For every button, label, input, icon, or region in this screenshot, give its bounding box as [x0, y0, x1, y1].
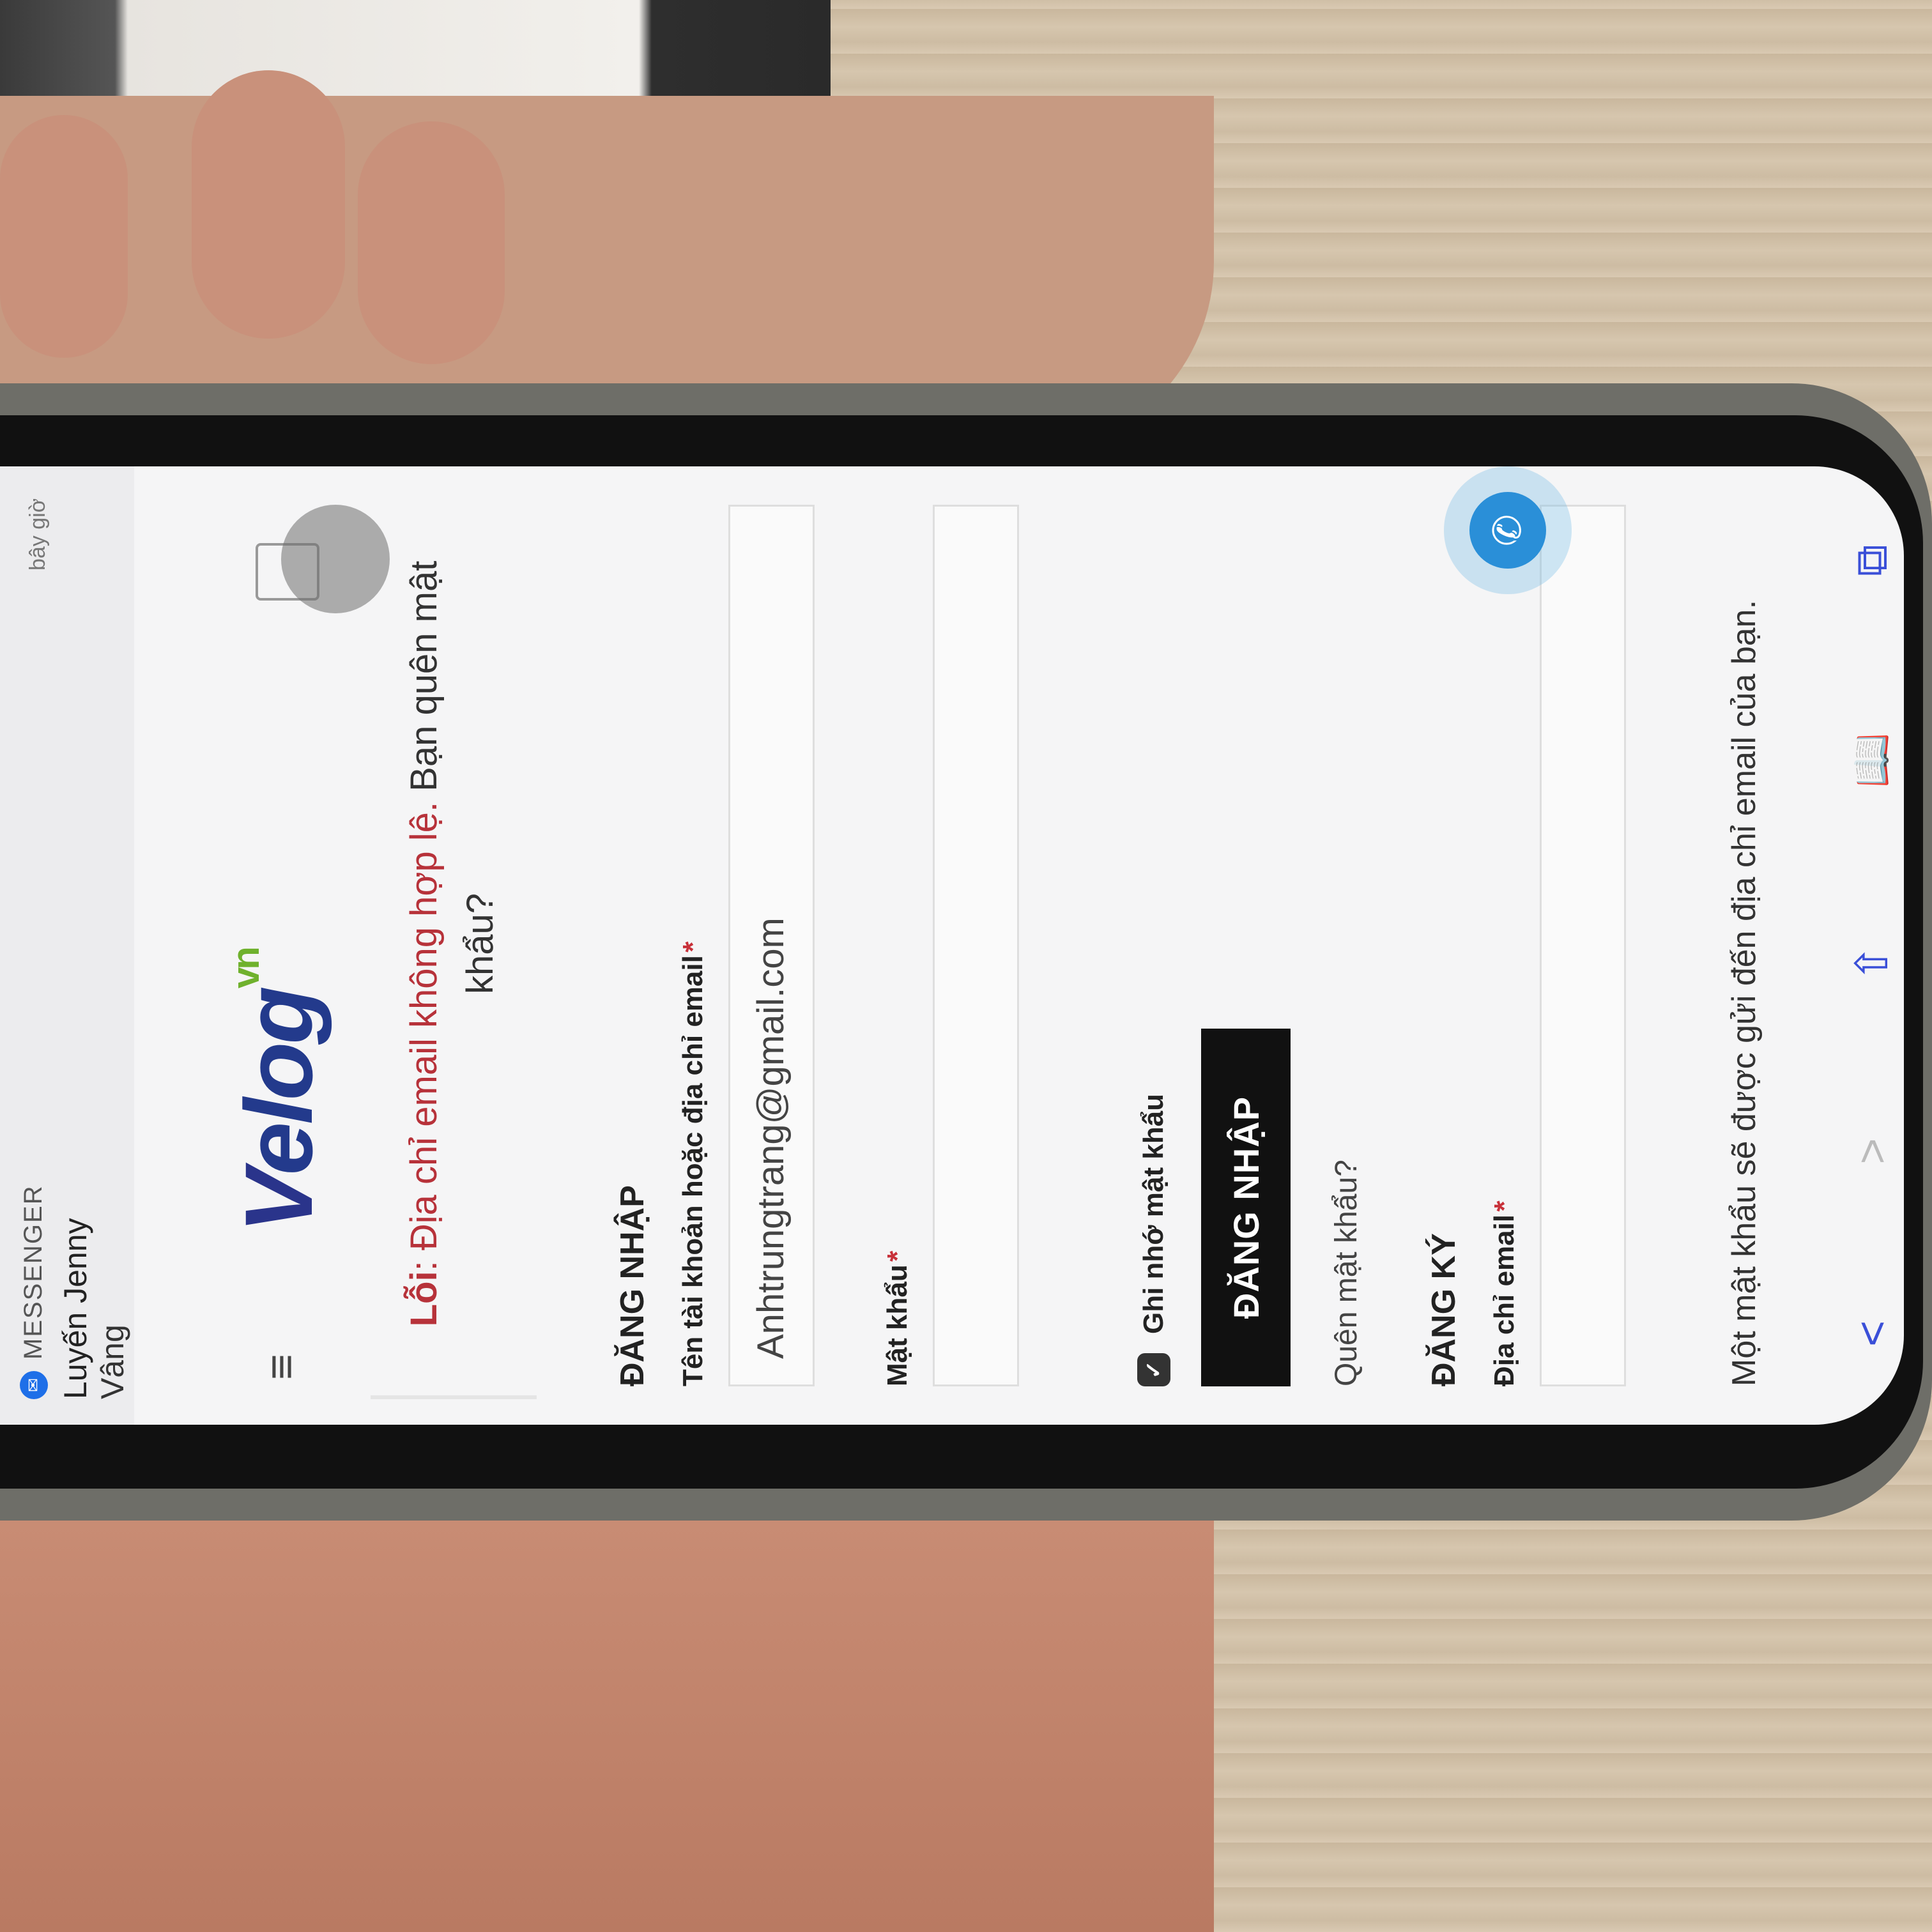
browser-toolbar: < > ⇧ 📖 ⧉ — [1840, 466, 1904, 1425]
register-email-field-block — [1540, 505, 1626, 1386]
forward-icon[interactable]: > — [1846, 1138, 1897, 1165]
required-mark: * — [1489, 1200, 1520, 1212]
register-heading-block: ĐĂNG KÝ — [1425, 505, 1463, 1386]
phone-screen: ✉ MESSENGER bây giờ Luyến Jenny Vâng ≡ V… — [0, 466, 1904, 1425]
messenger-icon: ✉ — [19, 1371, 48, 1399]
rotated-viewport: ✉ MESSENGER bây giờ Luyến Jenny Vâng ≡ V… — [0, 466, 1904, 1425]
back-icon[interactable]: < — [1846, 1321, 1897, 1347]
photo-finger — [358, 121, 505, 364]
register-email-label-block: Địa chỉ email * — [1489, 505, 1521, 1386]
register-heading: ĐĂNG KÝ — [1425, 1233, 1462, 1386]
password-field-block — [933, 505, 1019, 1386]
logo-text: elog — [225, 988, 332, 1176]
call-button[interactable]: ✆ — [1444, 466, 1572, 594]
register-note: Một mật khẩu sẽ được gửi đến địa chỉ ema… — [1726, 599, 1763, 1386]
hamburger-icon[interactable]: ≡ — [256, 1354, 307, 1380]
username-field-block: Anhtrungtrang@gmail.com — [728, 505, 815, 1386]
username-label: Tên tài khoản hoặc địa chỉ email — [677, 955, 709, 1386]
photo-finger — [0, 115, 128, 358]
username-label-block: Tên tài khoản hoặc địa chỉ email * — [677, 505, 709, 1386]
login-button-block: ĐĂNG NHẬP — [1201, 505, 1291, 1386]
bookmarks-icon[interactable]: 📖 — [1846, 733, 1898, 788]
password-input[interactable] — [933, 505, 1019, 1386]
notification-sender: Luyến Jenny — [57, 1218, 93, 1399]
register-email-input[interactable] — [1540, 505, 1626, 1386]
site-logo[interactable]: Velogvn — [224, 949, 334, 1233]
notification-banner[interactable]: ✉ MESSENGER bây giờ Luyến Jenny Vâng — [0, 466, 134, 1425]
site-header: ≡ Velogvn — [147, 466, 390, 1425]
login-heading-block: ĐĂNG NHẬP — [613, 505, 652, 1386]
forgot-password-link[interactable]: Quên mật khẩu? — [1330, 1160, 1363, 1386]
phone-icon: ✆ — [1469, 492, 1546, 569]
remember-label: Ghi nhớ mật khẩu — [1138, 1094, 1169, 1334]
logo-letter-v: V — [225, 1175, 332, 1233]
remember-row[interactable]: ✓ Ghi nhớ mật khẩu — [1137, 505, 1170, 1386]
checkbox-checked-icon[interactable]: ✓ — [1137, 1353, 1170, 1386]
forgot-block: Quên mật khẩu? — [1329, 505, 1364, 1386]
register-email-label: Địa chỉ email — [1489, 1214, 1520, 1386]
error-prefix: Lỗi — [403, 1271, 445, 1327]
username-input[interactable]: Anhtrungtrang@gmail.com — [728, 505, 815, 1386]
notification-message: Vâng — [95, 1324, 130, 1399]
tabs-icon[interactable]: ⧉ — [1846, 544, 1898, 576]
password-label: Mật khẩu — [882, 1264, 913, 1386]
required-mark: * — [677, 941, 709, 953]
photo-finger — [192, 70, 345, 339]
login-button[interactable]: ĐĂNG NHẬP — [1201, 1029, 1291, 1386]
required-mark: * — [882, 1250, 913, 1262]
share-icon[interactable]: ⇧ — [1846, 944, 1898, 982]
register-note-block: Một mật khẩu sẽ được gửi đến địa chỉ ema… — [1725, 505, 1763, 1386]
notification-app-name: MESSENGER — [19, 1184, 47, 1360]
login-heading: ĐĂNG NHẬP — [614, 1185, 651, 1386]
notification-time: bây giờ — [26, 498, 50, 571]
error-message: Lỗi: Địa chỉ email không hợp lệ. Bạn quê… — [371, 492, 537, 1399]
logo-suffix: vn — [224, 949, 267, 989]
error-text: : Địa chỉ email không hợp lệ. — [403, 791, 445, 1271]
photo-palm — [0, 1495, 1214, 1932]
password-label-block: Mật khẩu * — [882, 505, 914, 1386]
